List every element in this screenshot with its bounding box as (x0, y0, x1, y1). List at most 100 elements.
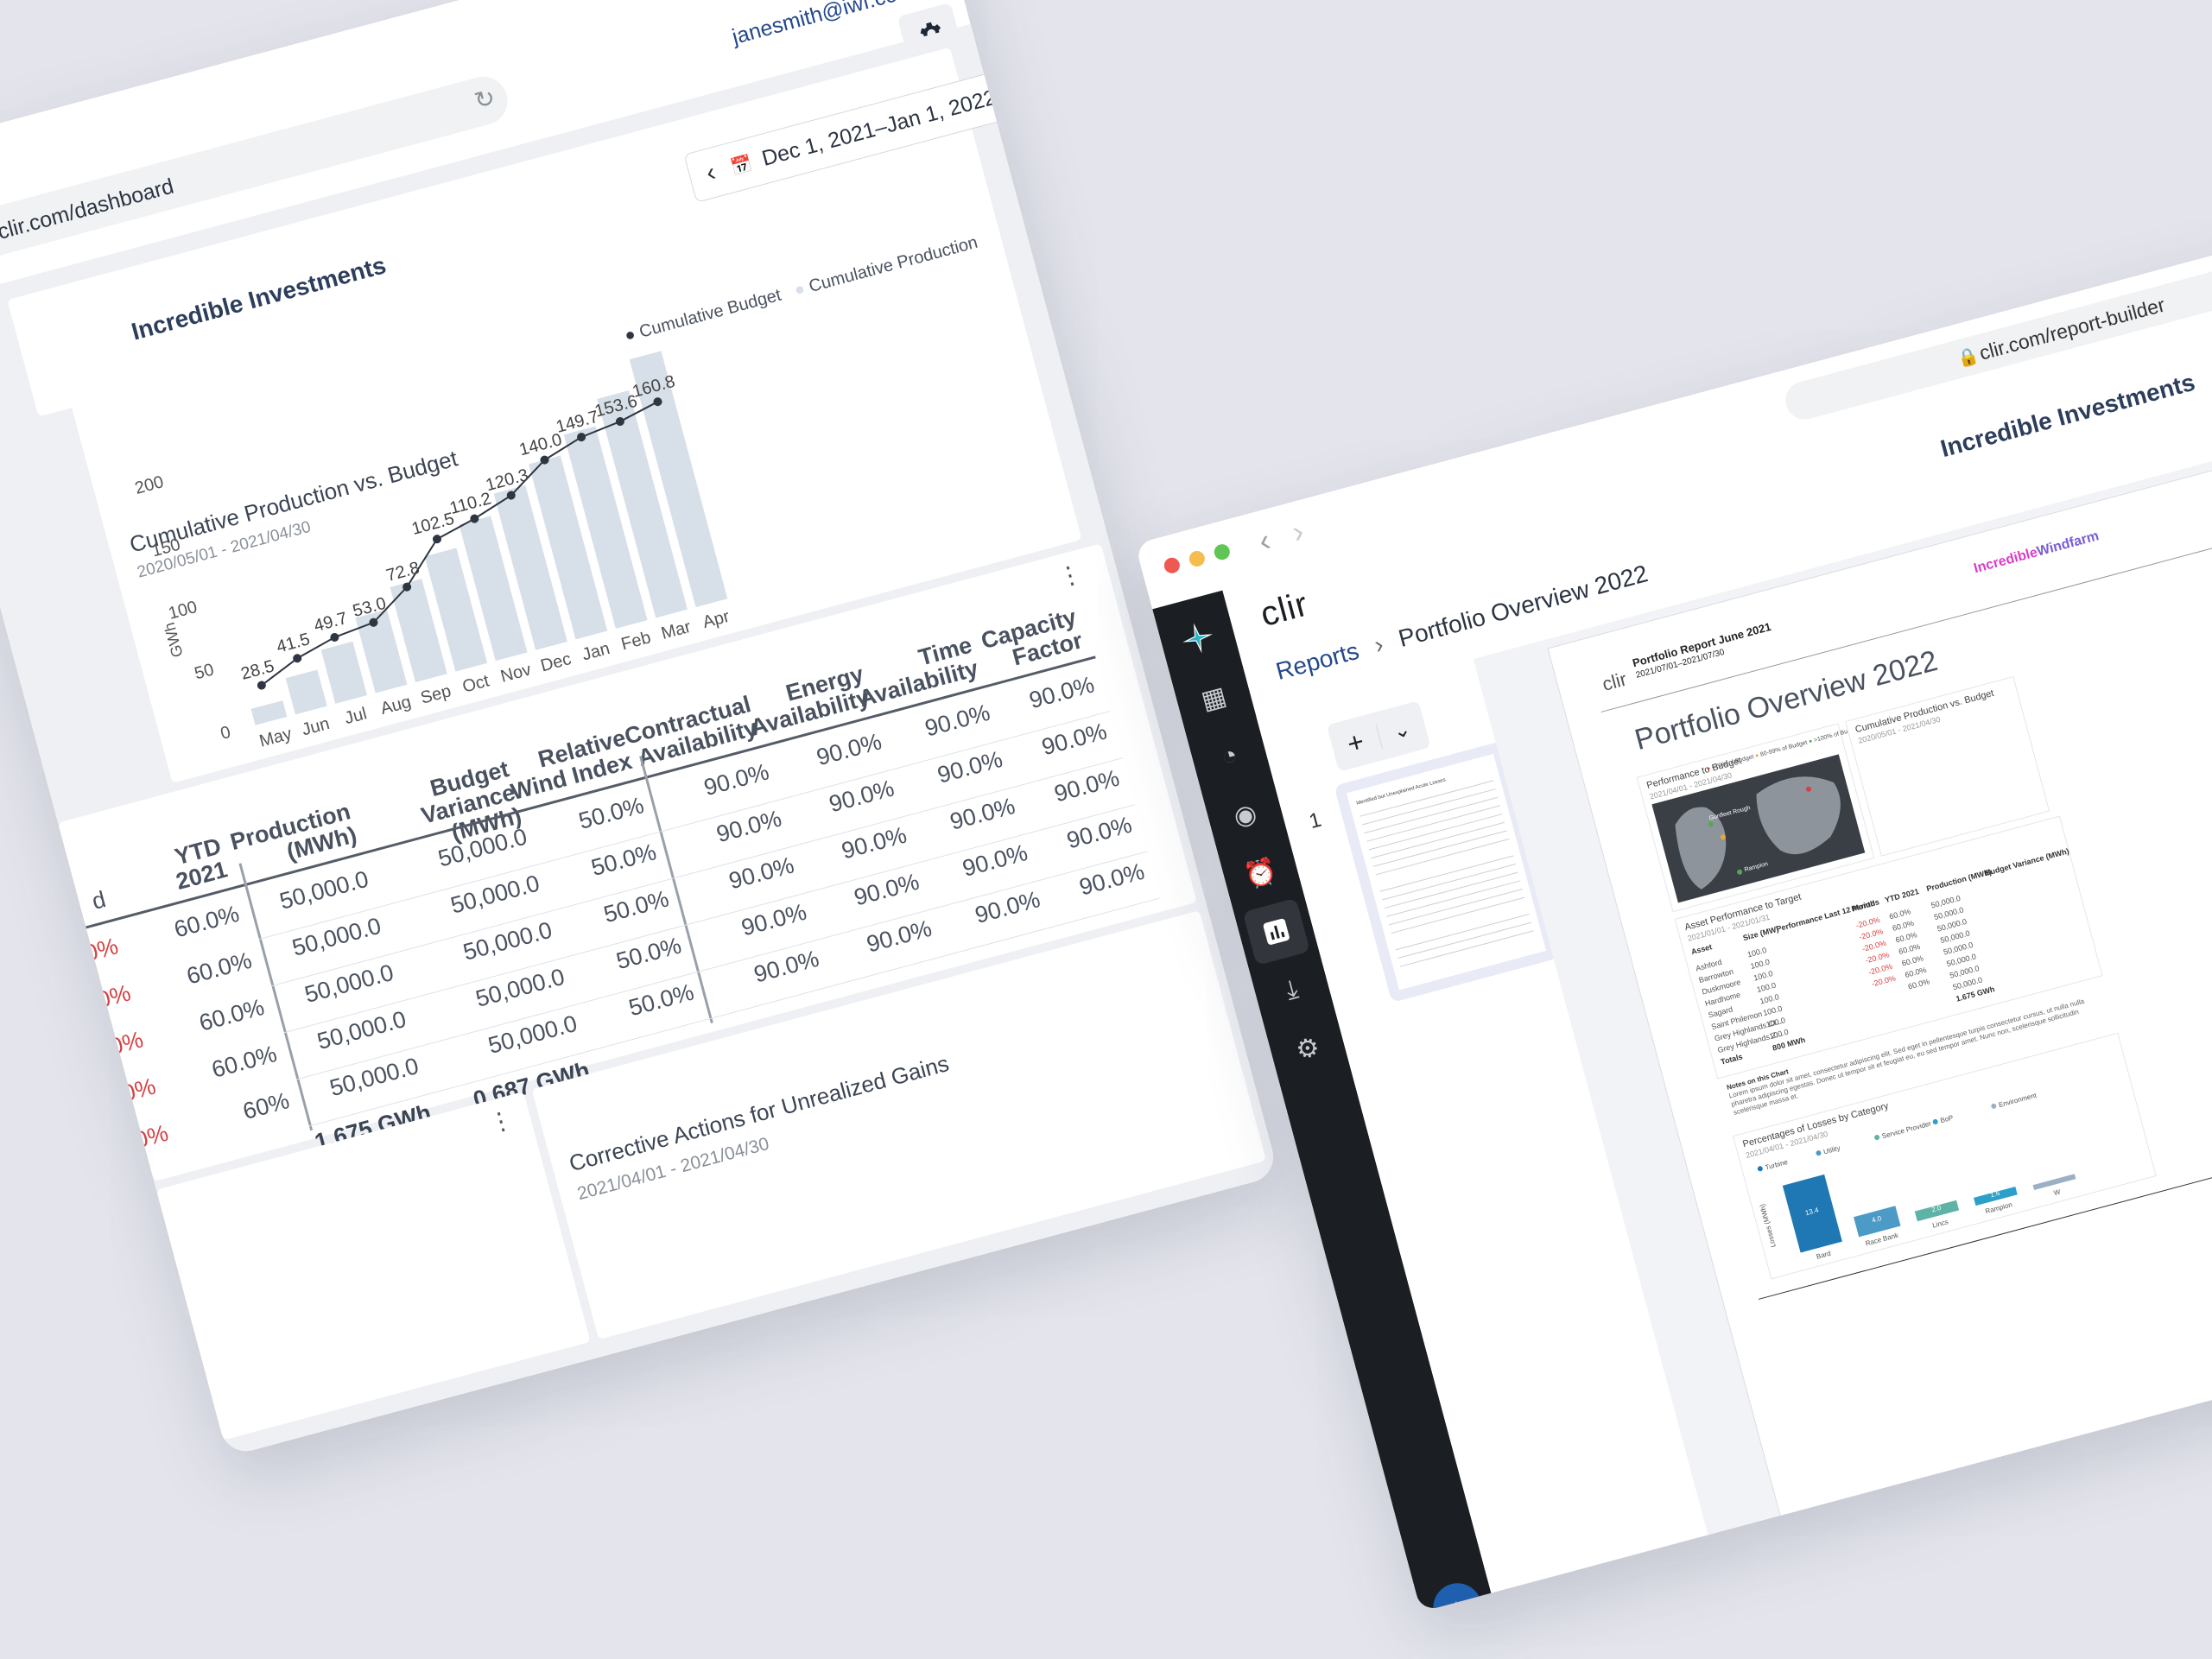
reports-nav-icon[interactable] (1242, 897, 1310, 966)
x-tick-label: Jan (580, 639, 612, 665)
dashboard-content: Incredible Investments ‹ 📅 Dec 1, 2021–J… (0, 23, 1279, 1457)
budget-data-label: 49.7 (312, 609, 349, 636)
corrective-title: Corrective Actions for Unrealized Gains (566, 1049, 952, 1177)
period-cell: 0.0% (75, 979, 134, 1019)
minimize-window-icon[interactable] (1187, 548, 1207, 569)
calendar-icon: 📅 (728, 153, 755, 178)
perf-legend-1: 80-99% of Budget (1759, 739, 1809, 758)
x-tick-label: Apr (700, 607, 732, 632)
logo-star-icon[interactable] (1156, 602, 1240, 674)
loss-category-label: W (2053, 1187, 2062, 1197)
asset-size: 100.0 (1746, 945, 1768, 959)
x-tick-label: Sep (419, 681, 453, 707)
asset-size: 100.0 (1759, 992, 1780, 1006)
period-cell: 0% (81, 933, 122, 967)
asset-header: Budget Variance (MWh) (1983, 846, 2070, 878)
chevron-down-icon[interactable]: ⌄ (1374, 712, 1429, 749)
report-builder-window: ‹ › 🔒 clir.com/report-builder Incredible… (1135, 208, 2212, 1612)
asset-period: -20.0% (1870, 973, 1897, 989)
reload-icon[interactable]: ↻ (472, 83, 498, 116)
url-text: clir.com/report-builder (1976, 293, 2168, 364)
y-tick-label: 100 (167, 598, 200, 624)
x-tick-label: May (257, 725, 294, 751)
card-menu-icon[interactable]: ⋮ (1055, 559, 1086, 592)
loss-legend-dot (1874, 1135, 1880, 1141)
doc-report-title: Portfolio Report June 2021 2021/07/01–20… (1631, 620, 1776, 682)
card-menu-icon[interactable]: ⋮ (485, 1105, 517, 1138)
loss-y-label: Losses (MWh) (1759, 1203, 1778, 1248)
x-tick-label: Oct (460, 671, 491, 696)
windfarm-logo-a: Incredible (1972, 545, 2039, 577)
asset-size: 100.0 (1755, 980, 1778, 995)
back-arrow-icon[interactable]: ‹ (1255, 522, 1274, 560)
asset-size: 100.0 (1749, 957, 1771, 971)
app-logo: clir (1256, 585, 1313, 635)
loss-category-label: Rampion (1984, 1200, 2012, 1215)
more-options-icon[interactable]: ⋮ (913, 0, 950, 2)
budget-data-label: 110.2 (447, 489, 493, 518)
loss-legend-label: Utility (1822, 1144, 1841, 1156)
y-tick-label: 150 (149, 535, 182, 561)
x-tick-label: Jun (300, 714, 332, 740)
x-tick-label: Jul (343, 704, 369, 728)
loss-legend-label: Service Provider (1881, 1119, 1932, 1140)
totals-label: Totals (1720, 1052, 1744, 1067)
lock-icon: 🔒 (1955, 345, 1981, 370)
loss-category-label: Bard (1816, 1250, 1832, 1261)
x-tick-label: Dec (539, 649, 574, 675)
asset-size: 100.0 (1768, 1027, 1790, 1042)
loss-legend-label: Environment (1998, 1092, 2038, 1110)
asset-header: Period (1850, 898, 1877, 914)
loss-legend-dot (1816, 1150, 1822, 1156)
next-range-icon[interactable]: › (998, 71, 1045, 110)
windfarm-logo: IncredibleWindfarm (1972, 529, 2101, 577)
maximize-window-icon[interactable] (1212, 542, 1232, 562)
close-window-icon[interactable] (1162, 555, 1182, 575)
period-cell: 20.0% (75, 1026, 147, 1069)
asset-ytd: 60.0% (1906, 977, 1931, 991)
budget-data-label: 28.5 (239, 656, 276, 683)
asset-header: Size (MW) (1741, 924, 1780, 943)
x-tick-label: Feb (619, 628, 653, 654)
prev-range-icon[interactable]: ‹ (688, 154, 735, 193)
budget-data-label: 140.0 (517, 430, 564, 459)
forward-arrow-icon[interactable]: › (1288, 513, 1307, 551)
sun-icon: ☼ (1442, 1590, 1473, 1612)
loss-legend-dot (1757, 1166, 1763, 1172)
asset-header: YTD 2021 (1884, 886, 1920, 905)
loss-category-label: Lincs (1931, 1218, 1949, 1230)
period-cell: d (89, 886, 109, 915)
y-axis-label: GWh (161, 621, 187, 660)
settings-nav-icon[interactable]: ⚙ (1265, 1012, 1350, 1085)
y-tick-label: 50 (193, 660, 216, 683)
loss-legend-dot (1991, 1103, 1997, 1109)
asset-size: 100.0 (1765, 1016, 1787, 1029)
asset-header: Production (MWh) (1925, 867, 1993, 894)
asset-size: 100.0 (1762, 1004, 1784, 1018)
budget-data-label: 102.5 (409, 510, 456, 539)
breadcrumb-reports-link[interactable]: Reports (1273, 637, 1362, 685)
budget-point (330, 632, 339, 642)
period-cell: -20.0% (80, 1073, 159, 1118)
doc-brand: clir (1600, 668, 1629, 695)
x-tick-label: Nov (498, 660, 533, 686)
loss-legend-dot (1932, 1118, 1938, 1124)
y-tick-label: 200 (133, 472, 166, 498)
user-email[interactable]: janesmith@iwf.com (730, 0, 917, 50)
production-bar (285, 669, 327, 715)
windfarm-logo-b: Windfarm (2035, 529, 2101, 560)
loss-bar (2032, 1174, 2076, 1191)
plus-icon: + (1343, 725, 1367, 760)
x-tick-label: Mar (659, 617, 693, 643)
asset-header: Asset (1689, 942, 1714, 957)
period-cell: -20.0% (92, 1119, 172, 1164)
theme-toggle-button[interactable]: ☼ (1428, 1578, 1487, 1612)
cum-title: Cumulative Production vs. Budget (1854, 687, 1995, 736)
loss-legend-label: BoP (1939, 1114, 1954, 1125)
loss-legend-label: Turbine (1765, 1158, 1790, 1172)
dashboard-window: clir.com/dashboard ↻ janesmith@iwf.com ⋮… (0, 0, 1279, 1457)
budget-point (432, 535, 441, 544)
x-tick-label: Aug (378, 693, 413, 719)
alarm-nav-icon[interactable]: ⏰ (1219, 838, 1303, 910)
chevron-right-icon: › (1371, 630, 1386, 659)
